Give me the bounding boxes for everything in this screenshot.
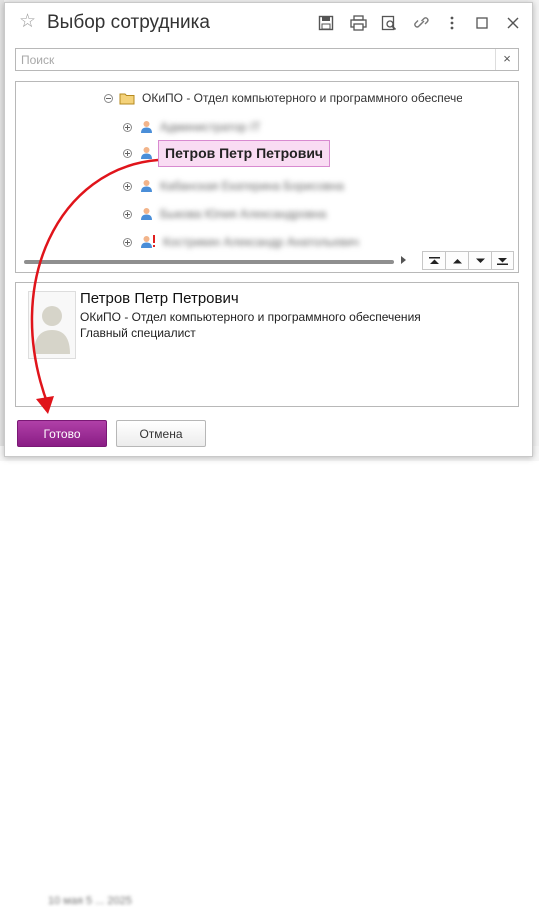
user-warning-icon xyxy=(141,235,155,248)
move-last-icon xyxy=(497,257,508,265)
move-last-button[interactable] xyxy=(491,251,514,270)
save-icon[interactable] xyxy=(315,13,337,33)
expand-icon[interactable] xyxy=(123,122,132,132)
expand-icon[interactable] xyxy=(123,148,132,158)
maximize-icon[interactable] xyxy=(471,13,493,33)
employee-label: Кабанская Екатерина Борисовна xyxy=(160,179,344,193)
title-bar: ☆ Выбор сотрудника xyxy=(5,3,532,43)
dialog-title: Выбор сотрудника xyxy=(47,12,210,33)
expand-icon[interactable] xyxy=(123,181,132,191)
tree-navigation xyxy=(422,251,514,270)
more-icon[interactable] xyxy=(441,13,463,33)
move-first-icon xyxy=(428,256,440,264)
move-down-button[interactable] xyxy=(468,251,491,270)
done-button[interactable]: Готово xyxy=(17,420,107,447)
collapse-icon[interactable] xyxy=(104,93,113,103)
employee-card: Петров Петр Петрович ОКиПО - Отдел компь… xyxy=(15,282,519,407)
employee-name: Петров Петр Петрович xyxy=(80,290,239,307)
tree-node-employee-selected[interactable]: Петров Петр Петрович xyxy=(123,139,331,167)
employee-label: Администратор IT xyxy=(160,120,261,134)
user-icon xyxy=(141,121,152,133)
expand-icon[interactable] xyxy=(123,237,132,247)
search-field[interactable]: × xyxy=(15,48,519,71)
expand-icon[interactable] xyxy=(123,209,132,219)
preview-icon[interactable] xyxy=(378,13,400,33)
employee-tree[interactable]: ОКиПО - Отдел компьютерного и программно… xyxy=(15,81,519,273)
print-icon[interactable] xyxy=(347,13,369,33)
tree-node-department[interactable]: ОКиПО - Отдел компьютерного и программно… xyxy=(104,87,462,109)
move-first-button[interactable] xyxy=(422,251,445,270)
tree-node-employee[interactable]: Администратор IT xyxy=(123,116,261,138)
link-icon[interactable] xyxy=(411,13,433,33)
user-icon xyxy=(141,147,152,159)
employee-photo xyxy=(28,291,76,359)
cancel-button[interactable]: Отмена xyxy=(116,420,206,447)
move-up-icon xyxy=(452,258,462,263)
move-up-button[interactable] xyxy=(445,251,468,270)
employee-department: ОКиПО - Отдел компьютерного и программно… xyxy=(80,310,421,324)
tree-node-employee[interactable]: Кабанская Екатерина Борисовна xyxy=(123,175,344,197)
user-icon xyxy=(141,180,152,192)
folder-icon xyxy=(119,93,135,104)
scroll-right-icon[interactable] xyxy=(401,256,406,264)
search-input[interactable] xyxy=(16,49,506,70)
favorite-star-icon[interactable]: ☆ xyxy=(19,11,36,33)
user-icon xyxy=(141,208,152,220)
search-clear-button[interactable]: × xyxy=(495,49,518,70)
close-icon[interactable] xyxy=(502,13,524,33)
horizontal-scrollbar[interactable] xyxy=(24,260,394,264)
move-down-icon xyxy=(475,258,485,263)
employee-label: Кострикин Александр Анатольевич xyxy=(163,235,359,249)
department-label: ОКиПО - Отдел компьютерного и программно… xyxy=(142,91,462,105)
tree-node-employee[interactable]: Быкова Юлия Александровна xyxy=(123,203,326,225)
employee-label: Быкова Юлия Александровна xyxy=(160,207,327,221)
employee-position: Главный специалист xyxy=(80,326,196,340)
background-footer-text: 10 мая 5 ... 2025 xyxy=(48,895,132,907)
selected-employee-label: Петров Петр Петрович xyxy=(158,139,331,167)
avatar-placeholder-icon xyxy=(34,306,70,354)
employee-select-dialog: ☆ Выбор сотрудника × ОКиПО - xyxy=(4,2,533,457)
tree-node-employee[interactable]: Кострикин Александр Анатольевич xyxy=(123,231,359,253)
